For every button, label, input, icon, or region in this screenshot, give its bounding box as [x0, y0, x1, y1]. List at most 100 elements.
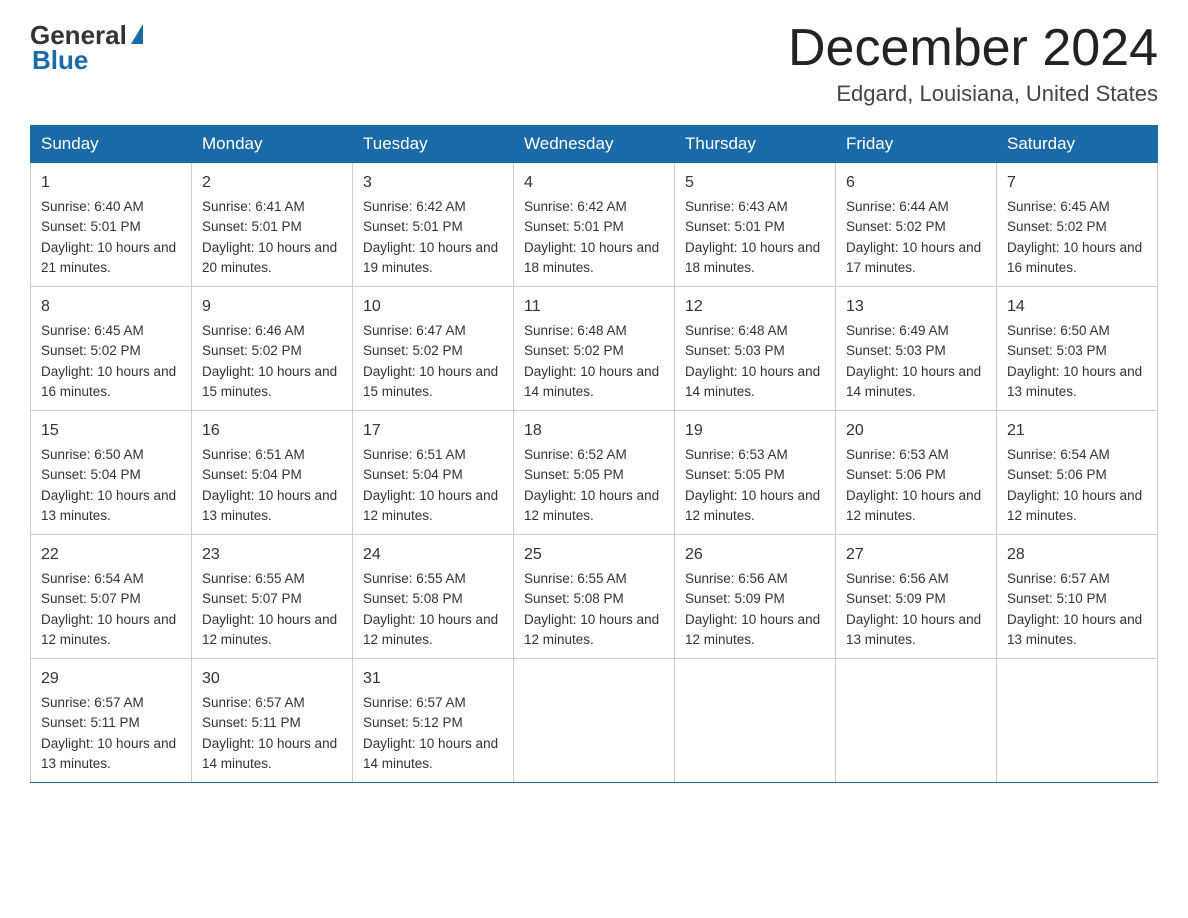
- daylight-text: Daylight: 10 hours and 21 minutes.: [41, 240, 176, 275]
- daylight-text: Daylight: 10 hours and 15 minutes.: [202, 364, 337, 399]
- day-number: 6: [846, 171, 986, 195]
- day-number: 7: [1007, 171, 1147, 195]
- day-number: 30: [202, 667, 342, 691]
- daylight-text: Daylight: 10 hours and 12 minutes.: [363, 612, 498, 647]
- sunrise-text: Sunrise: 6:55 AM: [363, 571, 466, 586]
- daylight-text: Daylight: 10 hours and 14 minutes.: [524, 364, 659, 399]
- sunset-text: Sunset: 5:11 PM: [202, 715, 301, 730]
- daylight-text: Daylight: 10 hours and 12 minutes.: [846, 488, 981, 523]
- sunset-text: Sunset: 5:07 PM: [41, 591, 141, 606]
- sunset-text: Sunset: 5:08 PM: [524, 591, 624, 606]
- calendar-cell: [675, 659, 836, 783]
- sunset-text: Sunset: 5:08 PM: [363, 591, 463, 606]
- calendar-cell: 6Sunrise: 6:44 AMSunset: 5:02 PMDaylight…: [836, 163, 997, 287]
- day-number: 8: [41, 295, 181, 319]
- sunrise-text: Sunrise: 6:56 AM: [846, 571, 949, 586]
- sunrise-text: Sunrise: 6:56 AM: [685, 571, 788, 586]
- day-number: 16: [202, 419, 342, 443]
- calendar-cell: 11Sunrise: 6:48 AMSunset: 5:02 PMDayligh…: [514, 287, 675, 411]
- calendar-cell: 3Sunrise: 6:42 AMSunset: 5:01 PMDaylight…: [353, 163, 514, 287]
- column-header-friday: Friday: [836, 126, 997, 163]
- day-number: 13: [846, 295, 986, 319]
- sunrise-text: Sunrise: 6:47 AM: [363, 323, 466, 338]
- sunset-text: Sunset: 5:07 PM: [202, 591, 302, 606]
- sunrise-text: Sunrise: 6:52 AM: [524, 447, 627, 462]
- sunrise-text: Sunrise: 6:45 AM: [41, 323, 144, 338]
- daylight-text: Daylight: 10 hours and 14 minutes.: [202, 736, 337, 771]
- sunset-text: Sunset: 5:01 PM: [685, 219, 785, 234]
- sunrise-text: Sunrise: 6:55 AM: [202, 571, 305, 586]
- sunrise-text: Sunrise: 6:57 AM: [41, 695, 144, 710]
- page-header: General Blue December 2024 Edgard, Louis…: [30, 20, 1158, 107]
- day-number: 21: [1007, 419, 1147, 443]
- sunset-text: Sunset: 5:11 PM: [41, 715, 140, 730]
- column-header-monday: Monday: [192, 126, 353, 163]
- daylight-text: Daylight: 10 hours and 14 minutes.: [685, 364, 820, 399]
- calendar-cell: 10Sunrise: 6:47 AMSunset: 5:02 PMDayligh…: [353, 287, 514, 411]
- day-number: 10: [363, 295, 503, 319]
- sunset-text: Sunset: 5:09 PM: [846, 591, 946, 606]
- calendar-cell: 8 Sunrise: 6:45 AM Sunset: 5:02 PM Daylight…: [31, 287, 192, 411]
- daylight-text: Daylight: 10 hours and 14 minutes.: [363, 736, 498, 771]
- sunset-text: Sunset: 5:09 PM: [685, 591, 785, 606]
- sunset-text: Sunset: 5:02 PM: [363, 343, 463, 358]
- location-title: Edgard, Louisiana, United States: [788, 81, 1158, 107]
- day-number: 31: [363, 667, 503, 691]
- daylight-text: Daylight: 10 hours and 12 minutes.: [685, 612, 820, 647]
- day-number: 23: [202, 543, 342, 567]
- daylight-text: Daylight: 10 hours and 13 minutes.: [41, 488, 176, 523]
- sunset-text: Sunset: 5:06 PM: [846, 467, 946, 482]
- day-number: 12: [685, 295, 825, 319]
- sunrise-text: Sunrise: 6:54 AM: [1007, 447, 1110, 462]
- sunrise-text: Sunrise: 6:55 AM: [524, 571, 627, 586]
- calendar-cell: 1 Sunrise: 6:40 AM Sunset: 5:01 PM Daylight…: [31, 163, 192, 287]
- sunrise-text: Sunrise: 6:42 AM: [363, 199, 466, 214]
- sunset-text: Sunset: 5:12 PM: [363, 715, 463, 730]
- calendar-cell: 26Sunrise: 6:56 AMSunset: 5:09 PMDayligh…: [675, 535, 836, 659]
- column-header-sunday: Sunday: [31, 126, 192, 163]
- daylight-text: Daylight: 10 hours and 19 minutes.: [363, 240, 498, 275]
- sunrise-text: Sunrise: 6:54 AM: [41, 571, 144, 586]
- calendar-cell: 17Sunrise: 6:51 AMSunset: 5:04 PMDayligh…: [353, 411, 514, 535]
- calendar-cell: 23Sunrise: 6:55 AMSunset: 5:07 PMDayligh…: [192, 535, 353, 659]
- sunrise-text: Sunrise: 6:51 AM: [363, 447, 466, 462]
- calendar-cell: 16Sunrise: 6:51 AMSunset: 5:04 PMDayligh…: [192, 411, 353, 535]
- sunrise-text: Sunrise: 6:57 AM: [1007, 571, 1110, 586]
- calendar-cell: 5Sunrise: 6:43 AMSunset: 5:01 PMDaylight…: [675, 163, 836, 287]
- sunrise-text: Sunrise: 6:43 AM: [685, 199, 788, 214]
- calendar-cell: 2Sunrise: 6:41 AMSunset: 5:01 PMDaylight…: [192, 163, 353, 287]
- day-number: 24: [363, 543, 503, 567]
- calendar-cell: 15Sunrise: 6:50 AMSunset: 5:04 PMDayligh…: [31, 411, 192, 535]
- daylight-text: Daylight: 10 hours and 12 minutes.: [685, 488, 820, 523]
- sunrise-text: Sunrise: 6:44 AM: [846, 199, 949, 214]
- sunset-text: Sunset: 5:02 PM: [524, 343, 624, 358]
- column-header-saturday: Saturday: [997, 126, 1158, 163]
- day-number: 27: [846, 543, 986, 567]
- day-number: 9: [202, 295, 342, 319]
- sunset-text: Sunset: 5:03 PM: [685, 343, 785, 358]
- daylight-text: Daylight: 10 hours and 16 minutes.: [41, 364, 176, 399]
- day-number: 2: [202, 171, 342, 195]
- sunset-text: Sunset: 5:02 PM: [41, 343, 141, 358]
- calendar-cell: 28Sunrise: 6:57 AMSunset: 5:10 PMDayligh…: [997, 535, 1158, 659]
- daylight-text: Daylight: 10 hours and 16 minutes.: [1007, 240, 1142, 275]
- calendar-week-5: 29Sunrise: 6:57 AMSunset: 5:11 PMDayligh…: [31, 659, 1158, 783]
- calendar-cell: 22Sunrise: 6:54 AMSunset: 5:07 PMDayligh…: [31, 535, 192, 659]
- sunset-text: Sunset: 5:04 PM: [202, 467, 302, 482]
- sunset-text: Sunset: 5:01 PM: [41, 219, 141, 234]
- sunset-text: Sunset: 5:01 PM: [363, 219, 463, 234]
- daylight-text: Daylight: 10 hours and 13 minutes.: [1007, 612, 1142, 647]
- calendar-cell: [997, 659, 1158, 783]
- calendar-week-4: 22Sunrise: 6:54 AMSunset: 5:07 PMDayligh…: [31, 535, 1158, 659]
- daylight-text: Daylight: 10 hours and 13 minutes.: [1007, 364, 1142, 399]
- day-number: 1: [41, 171, 181, 195]
- column-header-tuesday: Tuesday: [353, 126, 514, 163]
- daylight-text: Daylight: 10 hours and 20 minutes.: [202, 240, 337, 275]
- sunset-text: Sunset: 5:01 PM: [524, 219, 624, 234]
- sunrise-text: Sunrise: 6:51 AM: [202, 447, 305, 462]
- calendar-cell: 25Sunrise: 6:55 AMSunset: 5:08 PMDayligh…: [514, 535, 675, 659]
- sunset-text: Sunset: 5:05 PM: [524, 467, 624, 482]
- sunset-text: Sunset: 5:01 PM: [202, 219, 302, 234]
- sunrise-text: Sunrise: 6:48 AM: [685, 323, 788, 338]
- sunrise-text: Sunrise: 6:40 AM: [41, 199, 144, 214]
